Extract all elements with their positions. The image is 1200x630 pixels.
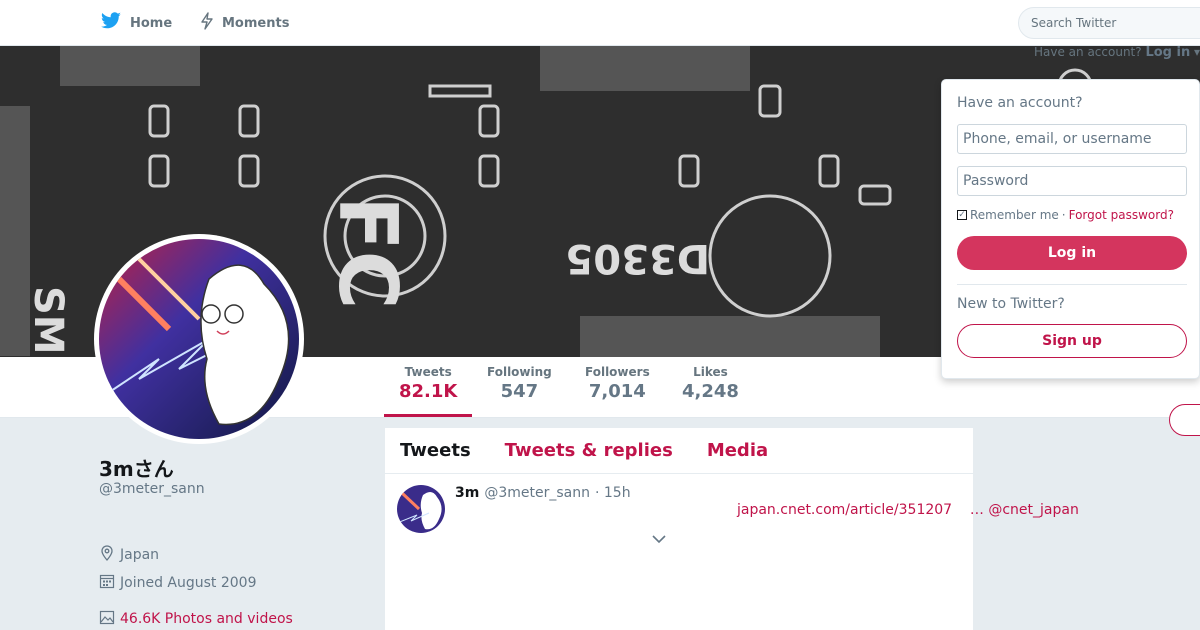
svg-text:FC: FC [321, 196, 414, 309]
stat-tweets[interactable]: Tweets 82.1K [384, 365, 473, 417]
chevron-down-icon[interactable] [652, 529, 666, 548]
tab-tweets[interactable]: Tweets [400, 440, 471, 461]
stat-label: Likes [693, 365, 728, 379]
stat-label: Following [487, 365, 552, 379]
caret-down-icon[interactable]: ▾ [1194, 45, 1200, 59]
remember-checkbox[interactable]: ✓ [957, 210, 967, 220]
stat-value: 7,014 [588, 381, 646, 402]
tab-tweets-replies[interactable]: Tweets & replies [505, 440, 673, 461]
remember-label: Remember me [970, 208, 1059, 222]
tweet-link-line: japan.cnet.com/article/351207 … @cnet_ja… [737, 502, 1079, 518]
tweet-mention[interactable]: … @cnet_japan [970, 502, 1079, 518]
timeline: Tweets Tweets & replies Media 3m @3meter… [385, 428, 973, 630]
calendar-icon [99, 573, 115, 593]
stat-label: Followers [585, 365, 650, 379]
tweet-header: 3m @3meter_sann · 15h [455, 485, 631, 501]
stat-value: 4,248 [682, 381, 739, 402]
stat-following[interactable]: Following 547 [472, 365, 567, 417]
twitter-bird-icon [100, 12, 122, 34]
tweet-author-handle[interactable]: @3meter_sann [484, 485, 590, 501]
tweet[interactable]: 3m @3meter_sann · 15h [385, 474, 973, 624]
follow-button[interactable] [1169, 404, 1200, 436]
image-icon [99, 609, 115, 629]
search-input[interactable]: Search Twitter [1018, 7, 1200, 39]
timeline-tabs: Tweets Tweets & replies Media [385, 428, 973, 474]
remember-row: ✓ Remember me · Forgot password? [957, 208, 1174, 222]
tweet-author-name[interactable]: 3m [455, 485, 479, 501]
tweet-timestamp[interactable]: · 15h [595, 485, 631, 501]
svg-text:SMB1: SMB1 [25, 286, 71, 357]
avatar[interactable] [94, 234, 304, 444]
new-to-twitter-text: New to Twitter? [957, 296, 1065, 312]
tweet-link[interactable]: japan.cnet.com/article/351207 [737, 502, 952, 518]
stat-value: 547 [500, 381, 539, 402]
account-prompt: Have an account? Log in ▾ [1034, 45, 1200, 60]
profile-joined: Joined August 2009 [99, 573, 256, 593]
separator-dot: · [1061, 208, 1066, 222]
media-count-text: 46.6K Photos and videos [120, 611, 293, 627]
forgot-password-link[interactable]: Forgot password? [1069, 208, 1174, 222]
login-button[interactable]: Log in [957, 236, 1187, 270]
tab-media[interactable]: Media [707, 440, 768, 461]
signup-button[interactable]: Sign up [957, 324, 1187, 358]
login-title: Have an account? [957, 95, 1083, 111]
joined-text: Joined August 2009 [120, 575, 257, 591]
location-pin-icon [99, 545, 115, 565]
stat-label: Tweets [404, 365, 452, 379]
nav-moments[interactable]: Moments [200, 0, 289, 46]
profile-media-link[interactable]: 46.6K Photos and videos [99, 609, 293, 629]
login-toggle[interactable]: Log in [1145, 45, 1190, 60]
nav-moments-label: Moments [222, 15, 290, 31]
stat-likes[interactable]: Likes 4,248 [667, 365, 754, 417]
stat-followers[interactable]: Followers 7,014 [570, 365, 665, 417]
location-text: Japan [120, 547, 160, 563]
profile-handle[interactable]: @3meter_sann [99, 481, 205, 497]
divider [957, 284, 1187, 285]
nav-home-label: Home [130, 15, 173, 31]
profile-location: Japan [99, 545, 159, 565]
top-nav: Home Moments Search Twitter [0, 0, 1200, 46]
account-prompt-text: Have an account? [1034, 45, 1142, 59]
profile-name: 3mさん [99, 457, 174, 481]
password-field[interactable]: Password [957, 166, 1187, 196]
nav-home[interactable]: Home [100, 0, 172, 46]
stat-value: 82.1K [399, 381, 458, 402]
username-field[interactable]: Phone, email, or username [957, 124, 1187, 154]
login-dropdown: Have an account? Phone, email, or userna… [941, 79, 1200, 379]
tweet-avatar[interactable] [397, 485, 445, 533]
svg-text:D3305: D3305 [565, 235, 710, 281]
lightning-icon [200, 12, 214, 34]
